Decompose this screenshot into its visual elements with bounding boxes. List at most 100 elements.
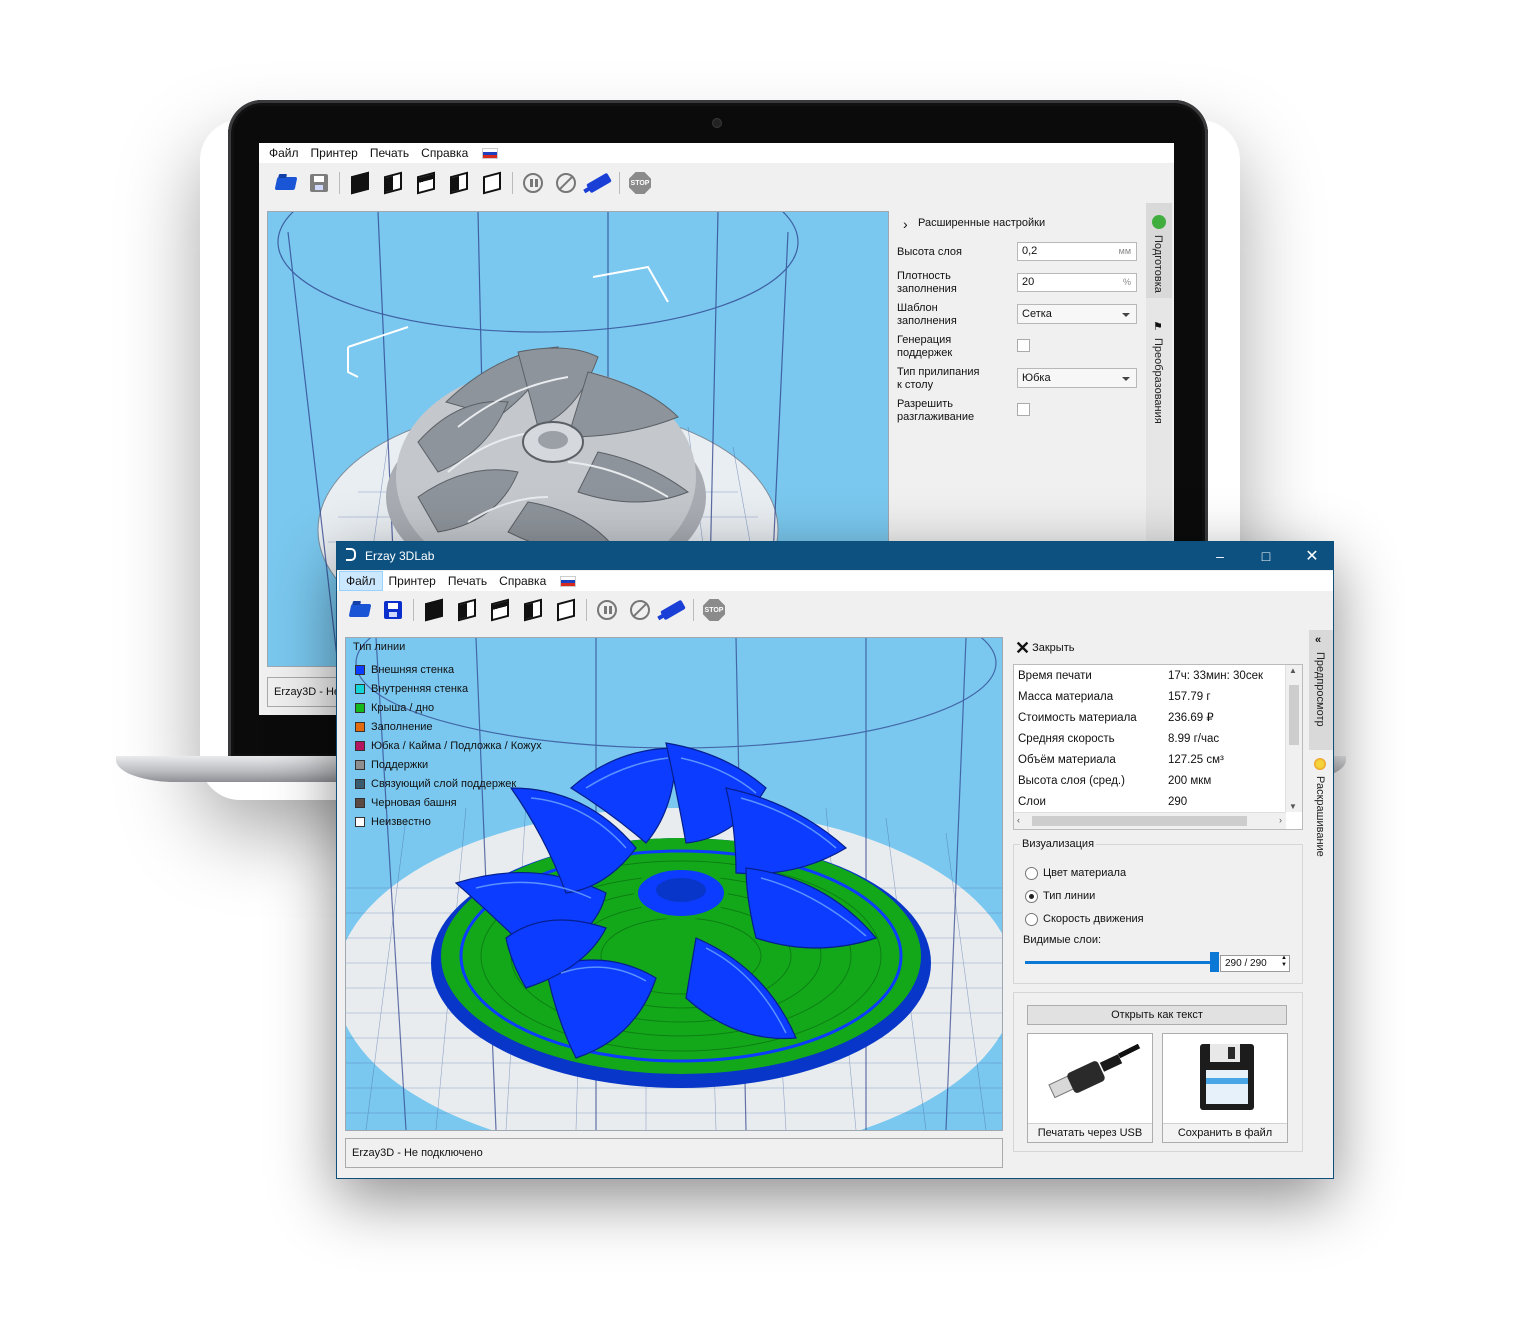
view-right-icon[interactable] [479, 170, 505, 196]
view-top-icon[interactable] [413, 170, 439, 196]
layers-slider-thumb[interactable] [1210, 952, 1219, 972]
radio-speed[interactable] [1025, 913, 1038, 926]
minimize-button[interactable]: – [1197, 542, 1243, 570]
close-panel-button[interactable]: ✕ Закрыть [1015, 638, 1074, 658]
open-folder-icon[interactable] [273, 170, 299, 196]
view-right-icon[interactable] [553, 597, 579, 623]
view-left-icon[interactable] [520, 597, 546, 623]
close-window-button[interactable]: ✕ [1289, 542, 1333, 570]
legend-item: Внешняя стенка [355, 663, 454, 677]
chevron-down-icon[interactable]: ▼ [1289, 802, 1297, 811]
radio-material-color-label: Цвет материала [1043, 867, 1127, 879]
usb-connect-icon[interactable] [660, 597, 686, 623]
maximize-button[interactable]: □ [1243, 542, 1289, 570]
legend-swatch [355, 722, 365, 732]
toolbar-separator [586, 599, 587, 621]
legend-swatch [355, 684, 365, 694]
save-icon[interactable] [380, 597, 406, 623]
radio-material-color[interactable] [1025, 867, 1038, 880]
bed-adhesion-value: Юбка [1022, 372, 1051, 384]
print-stats-list[interactable]: Время печати 17ч: 33мин: 30сек Масса мат… [1013, 664, 1303, 830]
visualization-group: Визуализация Цвет материала Тип линии Ск… [1013, 838, 1303, 984]
title-bar[interactable]: Erzay 3DLab – □ ✕ [337, 542, 1333, 570]
laptop-toolbar: STOP [259, 167, 1174, 199]
horizontal-scrollbar[interactable]: ‹ › [1014, 812, 1286, 829]
status-text: Erzay3D - Не подключено [352, 1147, 483, 1159]
save-icon[interactable] [306, 170, 332, 196]
legend-swatch [355, 665, 365, 675]
tab-prepare-label: Подготовка [1152, 235, 1164, 293]
stat-value: 290 [1168, 796, 1188, 808]
russian-flag-icon[interactable] [560, 575, 577, 587]
tab-slicing[interactable]: Раскрашивание [1309, 756, 1333, 866]
pause-icon[interactable] [594, 597, 620, 623]
tab-preview[interactable]: « Предпросмотр [1309, 630, 1333, 750]
layers-spinbox[interactable]: 290 / 290 ▲ ▼ [1220, 955, 1290, 972]
check-circle-icon [1152, 215, 1166, 229]
infill-density-input[interactable]: 20 % [1017, 273, 1137, 292]
chevron-right-icon[interactable]: › [1279, 815, 1282, 825]
menu-printer[interactable]: Принтер [383, 571, 442, 591]
scroll-thumb[interactable] [1289, 685, 1299, 745]
open-folder-icon[interactable] [347, 597, 373, 623]
laptop-menu-printer[interactable]: Принтер [305, 143, 364, 163]
radio-line-type[interactable] [1025, 890, 1038, 903]
print-usb-button[interactable]: Печатать через USB [1027, 1033, 1153, 1143]
bed-adhesion-combo[interactable]: Юбка [1017, 368, 1137, 388]
usb-connect-icon[interactable] [586, 170, 612, 196]
legend-item: Неизвестно [355, 815, 431, 829]
line-type-legend: Тип линии Внешняя стенка Внутренняя стен… [347, 641, 587, 841]
russian-flag-icon[interactable] [482, 147, 499, 159]
stat-value: 127.25 см³ [1168, 754, 1224, 766]
menu-file[interactable]: Файл [339, 571, 383, 591]
tab-prepare[interactable]: Подготовка [1146, 203, 1172, 298]
spin-arrows-icon[interactable]: ▲ ▼ [1281, 955, 1287, 969]
ironing-checkbox[interactable] [1017, 403, 1030, 416]
stop-icon[interactable]: STOP [701, 597, 727, 623]
view-top-icon[interactable] [487, 597, 513, 623]
advanced-settings-link[interactable]: Расширенные настройки [918, 217, 1045, 229]
layers-slider-fill [1025, 961, 1215, 964]
laptop-status-text: Erzay3D - Не [274, 686, 341, 698]
legend-label: Неизвестно [371, 816, 431, 828]
toolbar-separator [413, 599, 414, 621]
menu-help[interactable]: Справка [493, 571, 552, 591]
view-3d-icon[interactable] [421, 597, 447, 623]
layers-slider-track[interactable] [1025, 961, 1215, 964]
vertical-scrollbar[interactable]: ▲ ▼ [1285, 665, 1302, 812]
support-generation-checkbox[interactable] [1017, 339, 1030, 352]
view-front-icon[interactable] [380, 170, 406, 196]
view-3d-icon[interactable] [347, 170, 373, 196]
toolbar-separator [512, 172, 513, 194]
cancel-icon[interactable] [553, 170, 579, 196]
stat-value: 17ч: 33мин: 30сек [1168, 670, 1264, 682]
menu-print[interactable]: Печать [442, 571, 493, 591]
usb-cable-icon [1048, 1044, 1141, 1099]
pause-icon[interactable] [520, 170, 546, 196]
legend-swatch [355, 779, 365, 789]
laptop-menu-file[interactable]: Файл [263, 143, 305, 163]
tab-transform[interactable]: ⚑ Преобразования [1146, 318, 1172, 428]
infill-density-value: 20 [1022, 276, 1035, 288]
legend-item: Связующий слой поддержек [355, 777, 516, 791]
cancel-icon[interactable] [627, 597, 653, 623]
laptop-menu-help[interactable]: Справка [415, 143, 474, 163]
stat-label: Время печати [1018, 670, 1092, 682]
view-front-icon[interactable] [454, 597, 480, 623]
legend-swatch [355, 760, 365, 770]
stat-label: Слои [1018, 796, 1046, 808]
chevron-right-icon[interactable]: › [903, 216, 908, 232]
legend-item: Юбка / Кайма / Подложка / Кожух [355, 739, 542, 753]
view-left-icon[interactable] [446, 170, 472, 196]
chevron-up-icon[interactable]: ▲ [1289, 666, 1297, 675]
save-to-file-button[interactable]: Сохранить в файл [1162, 1033, 1288, 1143]
scroll-thumb[interactable] [1032, 816, 1247, 826]
infill-pattern-combo[interactable]: Сетка [1017, 304, 1137, 324]
open-as-text-button[interactable]: Открыть как текст [1027, 1005, 1287, 1025]
layer-height-input[interactable]: 0,2 мм [1017, 242, 1137, 261]
legend-item: Заполнение [355, 720, 433, 734]
stop-icon[interactable]: STOP [627, 170, 653, 196]
chevron-left-icon[interactable]: ‹ [1017, 815, 1020, 825]
legend-item: Внутренняя стенка [355, 682, 468, 696]
laptop-menu-print[interactable]: Печать [364, 143, 415, 163]
